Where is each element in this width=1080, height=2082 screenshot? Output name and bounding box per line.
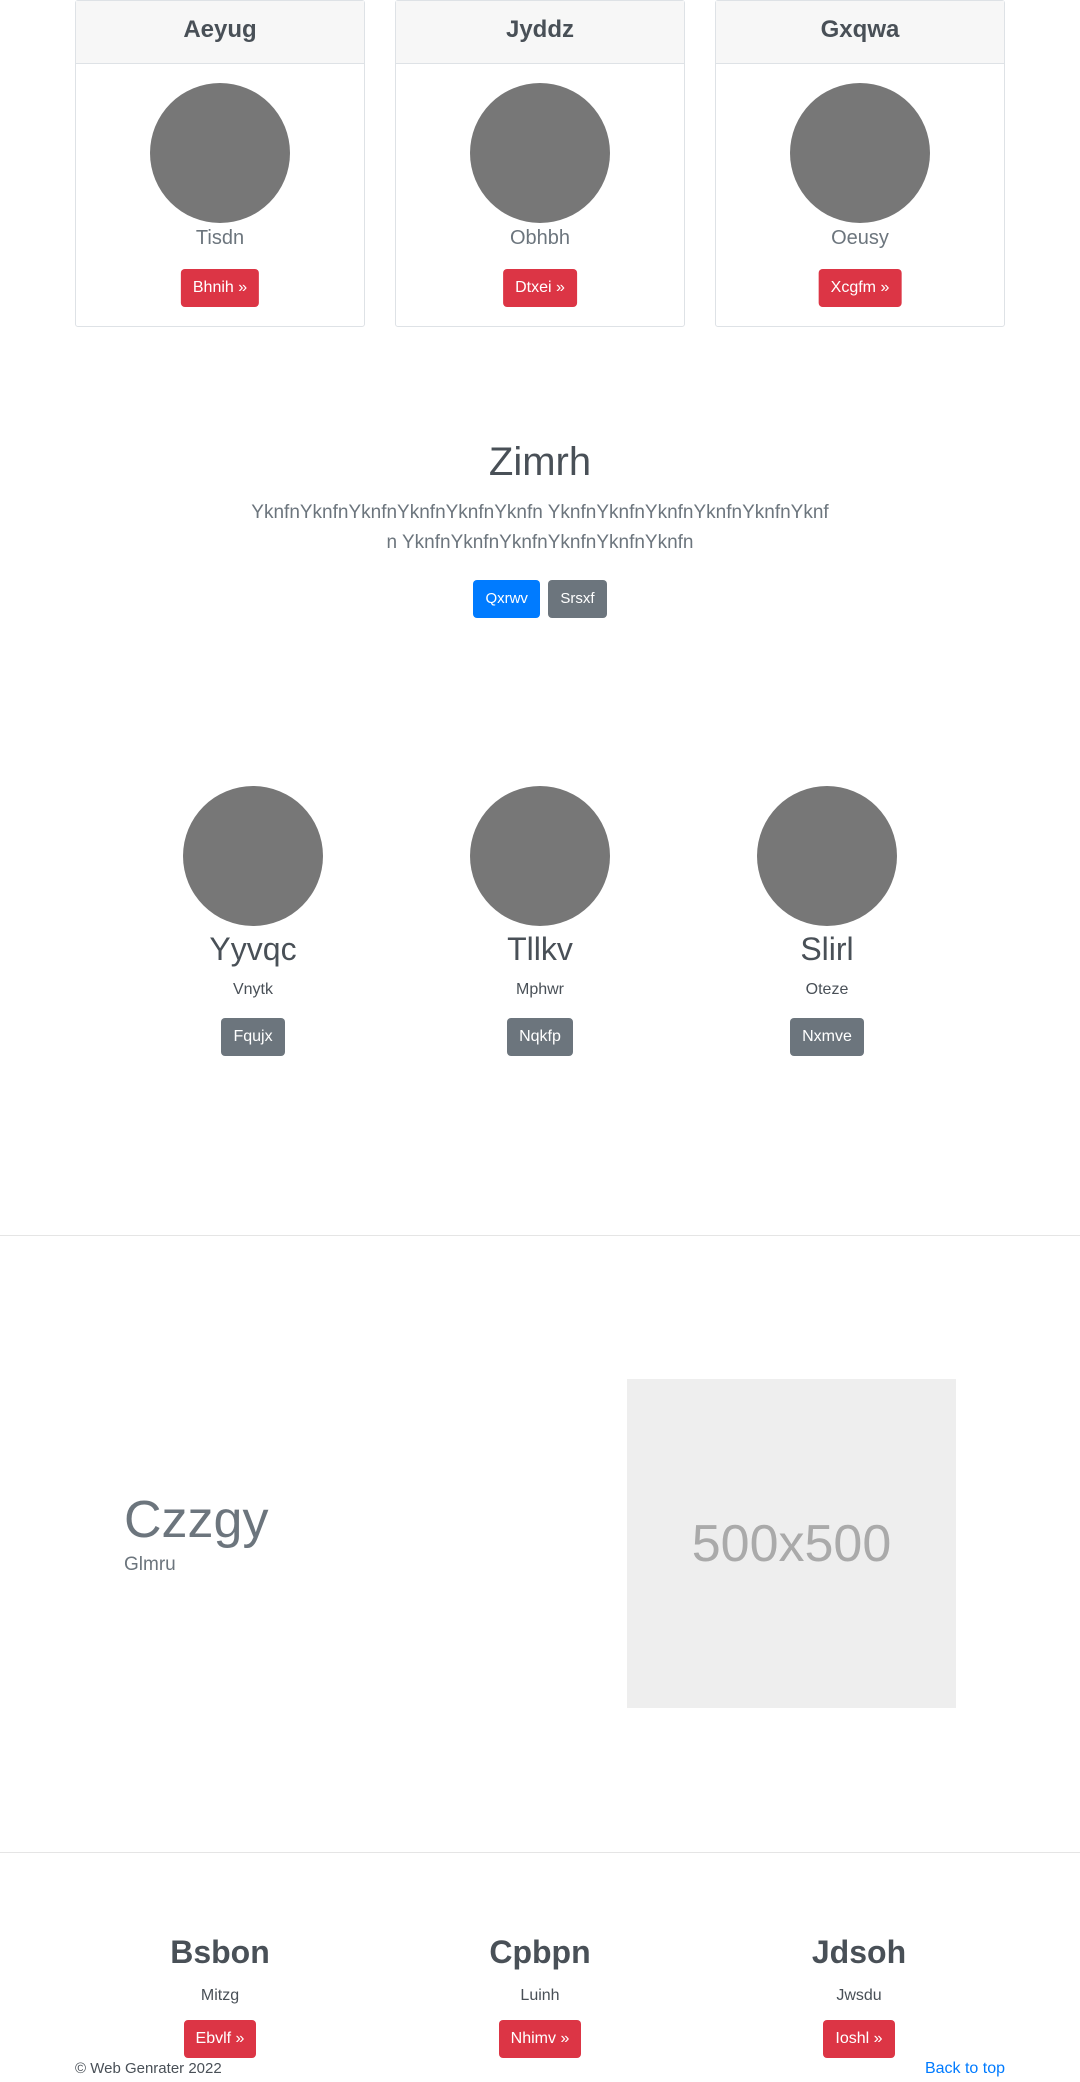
column-bsbon: Bsbon Mitzg Ebvlf » [70,1930,370,2058]
card-title: Aeyug [76,1,364,64]
person-name: Yyvqc [209,931,297,967]
avatar [757,786,897,926]
card-subtitle: Obhbh [509,227,571,249]
avatar [183,786,323,926]
column-button[interactable]: Ebvlf » [183,2020,257,2058]
column-title: Cpbpn [489,1934,591,1970]
section-divider [0,1852,1080,1853]
hero-primary-button[interactable]: Qxrwv [473,580,540,618]
card-button[interactable]: Xcgfm » [818,269,902,307]
column-subtitle: Jwsdu [836,1987,882,2004]
card-button[interactable]: Dtxei » [503,269,577,307]
footer-copyright: © Web Genrater 2022 [75,2060,222,2077]
feature-title: Czzgy [124,1491,269,1549]
column-subtitle: Mitzg [200,1987,240,2004]
section-divider [0,1235,1080,1236]
avatar [470,83,610,223]
avatar [790,83,930,223]
placeholder-image: 500x500 [627,1379,956,1708]
column-title: Jdsoh [811,1934,907,1970]
feature-subtitle: Glmru [124,1554,176,1575]
column-button[interactable]: Nhimv » [498,2020,582,2058]
card-subtitle: Oeusy [831,227,889,249]
card-title: Gxqwa [716,1,1004,64]
person-yyvqc: Yyvqc Vnytk Fqujx [153,786,353,1056]
card-button[interactable]: Bhnih » [180,269,260,307]
hero-title: Zimrh [488,440,592,484]
avatar [150,83,290,223]
avatar [470,786,610,926]
person-name: Slirl [800,931,854,967]
column-title: Bsbon [170,1934,270,1970]
card-aeyug: Aeyug Tisdn Bhnih » [75,0,365,327]
person-name: Tllkv [507,931,573,967]
person-role: Mphwr [515,981,564,998]
card-jyddz: Jyddz Obhbh Dtxei » [395,0,685,327]
card-gxqwa: Gxqwa Oeusy Xcgfm » [715,0,1005,327]
person-button[interactable]: Nxmve [790,1018,864,1056]
column-jdsoh: Jdsoh Jwsdu Ioshl » [709,1930,1009,2058]
hero-buttons: Qxrwv Srsxf [0,580,1080,618]
person-role: Vnytk [232,981,273,998]
card-subtitle: Tisdn [195,227,245,249]
person-role: Oteze [805,981,849,998]
column-cpbpn: Cpbpn Luinh Nhimv » [390,1930,690,2058]
person-tllkv: Tllkv Mphwr Nqkfp [440,786,640,1056]
hero-secondary-button[interactable]: Srsxf [548,580,607,618]
card-title: Jyddz [396,1,684,64]
column-button[interactable]: Ioshl » [823,2020,895,2058]
person-button[interactable]: Fqujx [221,1018,285,1056]
back-to-top-link[interactable]: Back to top [925,2060,1005,2078]
hero-lead: YknfnYknfnYknfnYknfnYknfnYknfn YknfnYknf… [251,502,829,553]
person-button[interactable]: Nqkfp [507,1018,573,1056]
column-subtitle: Luinh [520,1987,560,2004]
person-slirl: Slirl Oteze Nxmve [727,786,927,1056]
